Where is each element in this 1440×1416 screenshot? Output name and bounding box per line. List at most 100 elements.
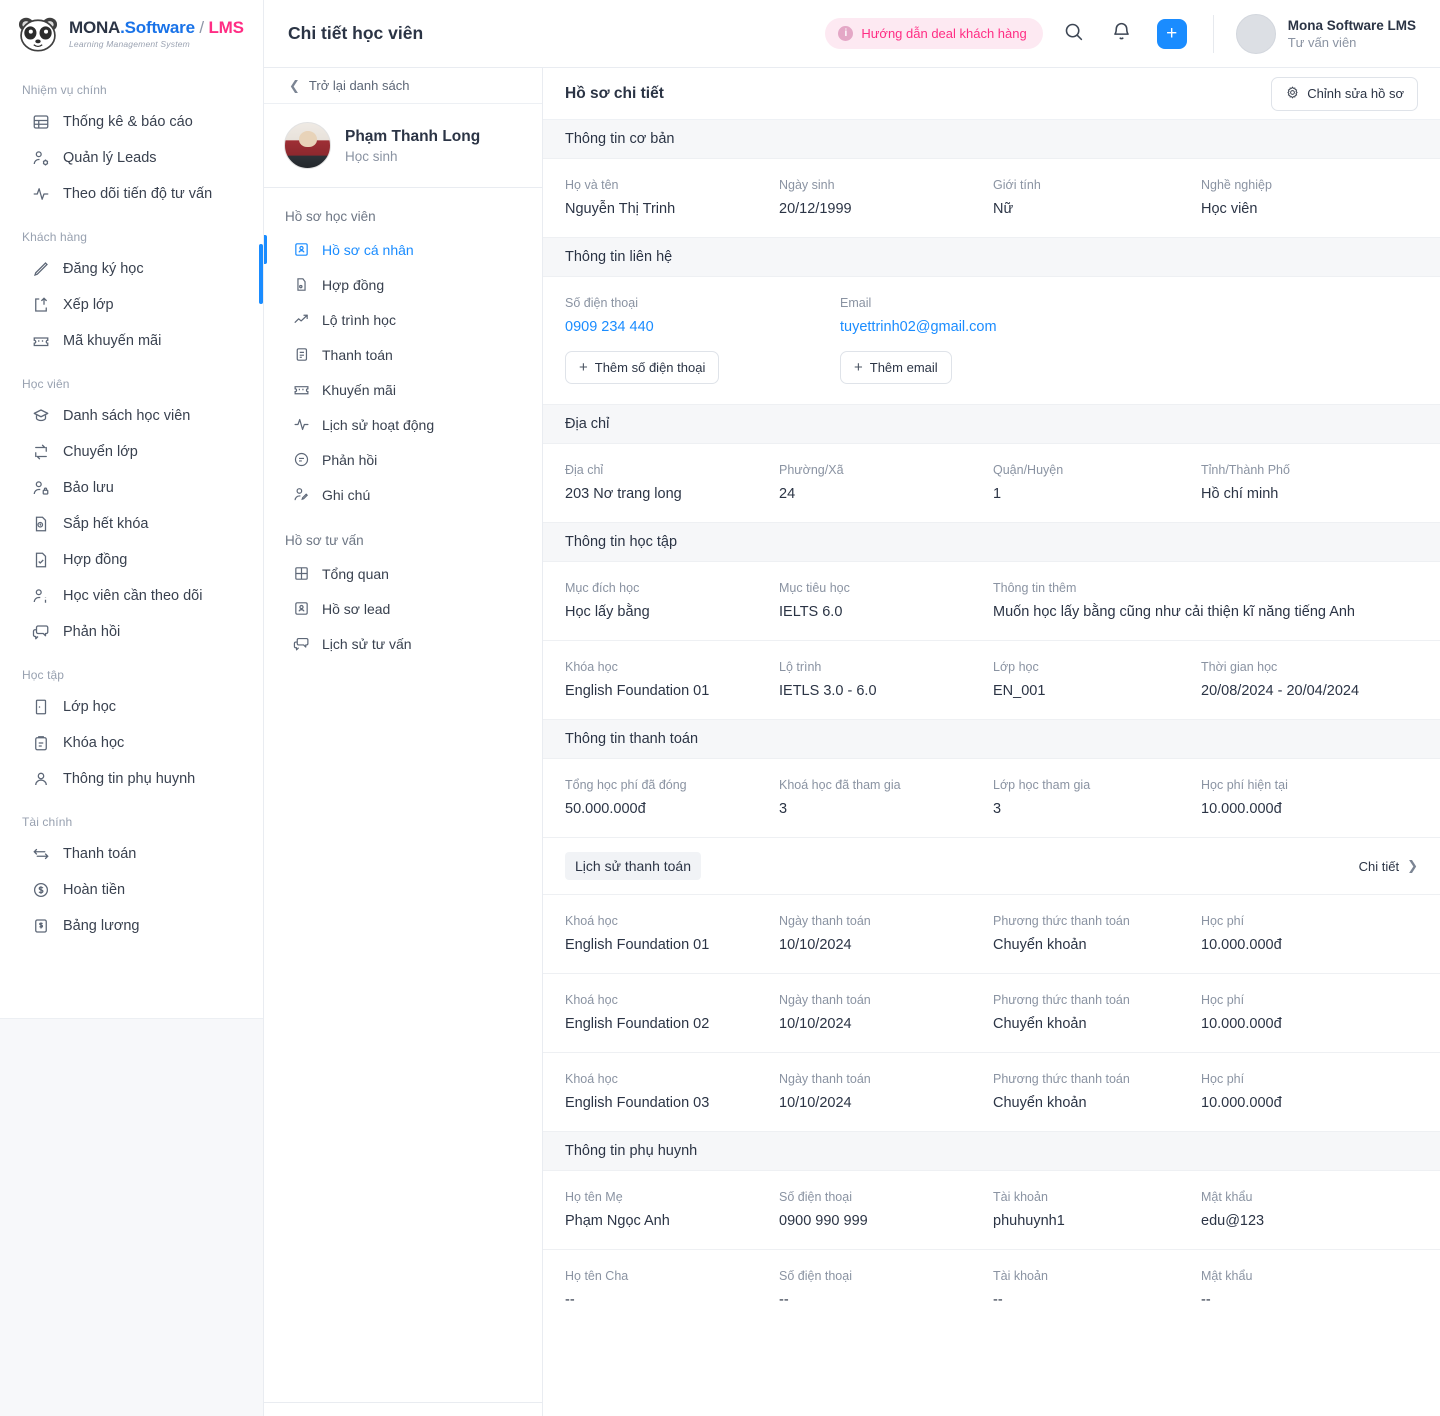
sidebar-scroll-area[interactable]: MONA.Software / LMS Learning Management …	[0, 0, 263, 1018]
table-row: Khoá học English Foundation 01 Ngày than…	[543, 895, 1440, 974]
section-parents-mother: Họ tên Mẹ Phạm Ngọc Anh Số điện thoại 09…	[543, 1171, 1440, 1250]
sidebar-item-xep-lop[interactable]: Xếp lớp	[0, 287, 263, 323]
graduation-cap-icon	[32, 407, 50, 425]
brand-logo[interactable]: MONA.Software / LMS Learning Management …	[0, 0, 263, 65]
detail-title: Hồ sơ chi tiết	[565, 84, 664, 102]
sidebar-item-hoan-tien[interactable]: Hoàn tiền	[0, 872, 263, 908]
sidebar-item-dang-ky-hoc[interactable]: Đăng ký học	[0, 251, 263, 287]
mid-item-label: Lịch sử tư vấn	[322, 635, 412, 652]
field-value: 20/08/2024 - 20/04/2024	[1201, 683, 1360, 699]
notifications-button[interactable]	[1105, 17, 1139, 51]
back-to-list-label: Trở lại danh sách	[308, 78, 410, 93]
sidebar-item-label: Khóa học	[63, 735, 125, 751]
section-parents-father: Họ tên Cha -- Số điện thoại -- Tài khoản…	[543, 1250, 1440, 1328]
mid-item-thanh-toan[interactable]: Thanh toán	[264, 337, 542, 372]
field-value: --	[779, 1292, 789, 1308]
sidebar-item-theo-doi-tien-do-tu-van[interactable]: Theo dõi tiến độ tư vấn	[0, 176, 263, 212]
edit-profile-button[interactable]: Chỉnh sửa hồ sơ	[1271, 76, 1418, 111]
field-value-phone[interactable]: 0909 234 440	[565, 319, 840, 335]
field-label: Mục đích học	[565, 581, 640, 595]
sidebar-item-label: Hợp đồng	[63, 552, 128, 568]
field-tong-hoc-phi-da-dong: Tổng học phí đã đóng 50.000.000đ	[565, 778, 779, 817]
mid-item-lich-su-tu-van[interactable]: Lịch sử tư vấn	[264, 626, 542, 661]
field-value: 0900 990 999	[779, 1213, 868, 1229]
sidebar-item-label: Quản lý Leads	[63, 150, 157, 166]
field-label: Tổng học phí đã đóng	[565, 778, 687, 792]
field-value: Nguyễn Thị Trinh	[565, 201, 676, 217]
page-title: Chi tiết học viên	[288, 23, 424, 43]
sidebar-item-label: Danh sách học viên	[63, 408, 191, 424]
sidebar-scrollbar[interactable]	[259, 244, 263, 304]
messages-icon	[32, 623, 50, 641]
user-name: Mona Software LMS	[1287, 17, 1416, 33]
sidebar-item-thanh-toan[interactable]: Thanh toán	[0, 836, 263, 872]
column-header: Học phí	[1201, 1072, 1245, 1086]
add-phone-button[interactable]: + Thêm số điện thoại	[565, 351, 720, 384]
field-muc-dich-hoc: Mục đích học Học lấy bằng	[565, 581, 779, 620]
mid-item-ho-so-ca-nhan[interactable]: Hồ sơ cá nhân	[264, 232, 542, 267]
clipboard-icon	[32, 734, 50, 752]
section-study-row2: Khóa học English Foundation 01 Lộ trình …	[543, 641, 1440, 720]
user-menu[interactable]: Mona Software LMS Tư vấn viên	[1235, 13, 1420, 54]
cell-ngay-thanh-toan: Ngày thanh toán 10/10/2024	[779, 1072, 993, 1111]
sidebar-footer-space	[0, 1018, 263, 1416]
field-so-dien-thoai: Số điện thoại 0909 234 440 + Thêm số điệ…	[565, 296, 840, 384]
sidebar-item-chuyen-lop[interactable]: Chuyển lớp	[0, 434, 263, 470]
sidebar-item-khoa-hoc[interactable]: Khóa học	[0, 725, 263, 761]
sidebar-item-lop-hoc[interactable]: Lớp học	[0, 689, 263, 725]
field-label: Tài khoản	[993, 1269, 1048, 1283]
section-study-row1: Mục đích học Học lấy bằng Mục tiêu học I…	[543, 562, 1440, 641]
add-button[interactable]: +	[1156, 18, 1187, 49]
student-nav-column: ❮ Trở lại danh sách Phạm Thanh Long Học …	[264, 68, 543, 1416]
add-email-button[interactable]: + Thêm email	[840, 351, 952, 384]
field-label: Phường/Xã	[779, 463, 844, 477]
sidebar-item-quan-ly-leads[interactable]: Quản lý Leads	[0, 140, 263, 176]
guide-pill-button[interactable]: i Hướng dẫn deal khách hàng	[825, 18, 1043, 49]
sidebar-item-phan-hoi[interactable]: Phản hồi	[0, 614, 263, 650]
bell-icon	[1111, 21, 1132, 47]
mid-item-lich-su-hoat-dong[interactable]: Lịch sử hoạt động	[264, 407, 542, 442]
mid-item-khuyen-mai[interactable]: Khuyến mãi	[264, 372, 542, 407]
section-title-address: Địa chỉ	[543, 405, 1440, 444]
field-value: Muốn học lấy bằng cũng như cải thiện kĩ …	[993, 604, 1355, 620]
sidebar-item-ma-khuyen-mai[interactable]: Mã khuyến mãi	[0, 323, 263, 359]
search-button[interactable]	[1057, 17, 1091, 51]
mid-item-label: Phản hồi	[322, 451, 378, 468]
sidebar-item-label: Chuyển lớp	[63, 444, 138, 460]
field-value-email[interactable]: tuyettrinh02@gmail.com	[840, 319, 1418, 335]
sidebar-item-label: Đăng ký học	[63, 261, 144, 277]
sidebar-item-label: Thống kê & báo cáo	[63, 114, 193, 130]
sidebar-item-label: Bảo lưu	[63, 480, 114, 496]
field-label: Nghề nghiệp	[1201, 178, 1272, 192]
mid-item-tong-quan[interactable]: Tổng quan	[264, 556, 542, 591]
sidebar-item-label: Học viên cần theo dõi	[63, 588, 203, 604]
table-icon	[32, 113, 50, 131]
field-label: Địa chỉ	[565, 463, 604, 477]
cell-value: Chuyển khoản	[993, 1095, 1087, 1111]
field-value: Phạm Ngọc Anh	[565, 1213, 670, 1229]
sidebar-item-bao-luu[interactable]: Bảo lưu	[0, 470, 263, 506]
activity-icon	[293, 416, 310, 433]
back-to-list-button[interactable]: ❮ Trở lại danh sách	[264, 68, 542, 104]
mid-item-lo-trinh-hoc[interactable]: Lộ trình học	[264, 302, 542, 337]
field-label: Quận/Huyện	[993, 463, 1064, 477]
sidebar-item-hoc-vien-can-theo-doi[interactable]: Học viên cần theo dõi	[0, 578, 263, 614]
mid-item-hop-dong[interactable]: Hợp đồng	[264, 267, 542, 302]
user-edit-icon	[293, 486, 310, 503]
gear-icon	[1285, 85, 1300, 103]
mid-item-ho-so-lead[interactable]: Hồ sơ lead	[264, 591, 542, 626]
payment-history-detail-link[interactable]: Chi tiết ❯	[1359, 858, 1418, 874]
sidebar-item-thong-tin-phu-huynh[interactable]: Thông tin phụ huynh	[0, 761, 263, 797]
sidebar-group-label-0: Nhiệm vụ chính	[22, 83, 107, 97]
sidebar-item-thong-ke-bao-cao[interactable]: Thống kê & báo cáo	[0, 104, 263, 140]
field-label: Khoá học đã tham gia	[779, 778, 901, 792]
mid-item-phan-hoi[interactable]: Phản hồi	[264, 442, 542, 477]
sidebar-item-sap-het-khoa[interactable]: Sắp hết khóa	[0, 506, 263, 542]
sidebar-item-danh-sach-hoc-vien[interactable]: Danh sách học viên	[0, 398, 263, 434]
sidebar-item-hop-dong[interactable]: Hợp đồng	[0, 542, 263, 578]
sidebar-item-bang-luong[interactable]: Bảng lương	[0, 908, 263, 944]
mid-item-ghi-chu[interactable]: Ghi chú	[264, 477, 542, 512]
field-thong-tin-them: Thông tin thêm Muốn học lấy bằng cũng nh…	[993, 581, 1418, 620]
user-info-icon	[32, 587, 50, 605]
brand-subtitle: Learning Management System	[69, 39, 190, 50]
